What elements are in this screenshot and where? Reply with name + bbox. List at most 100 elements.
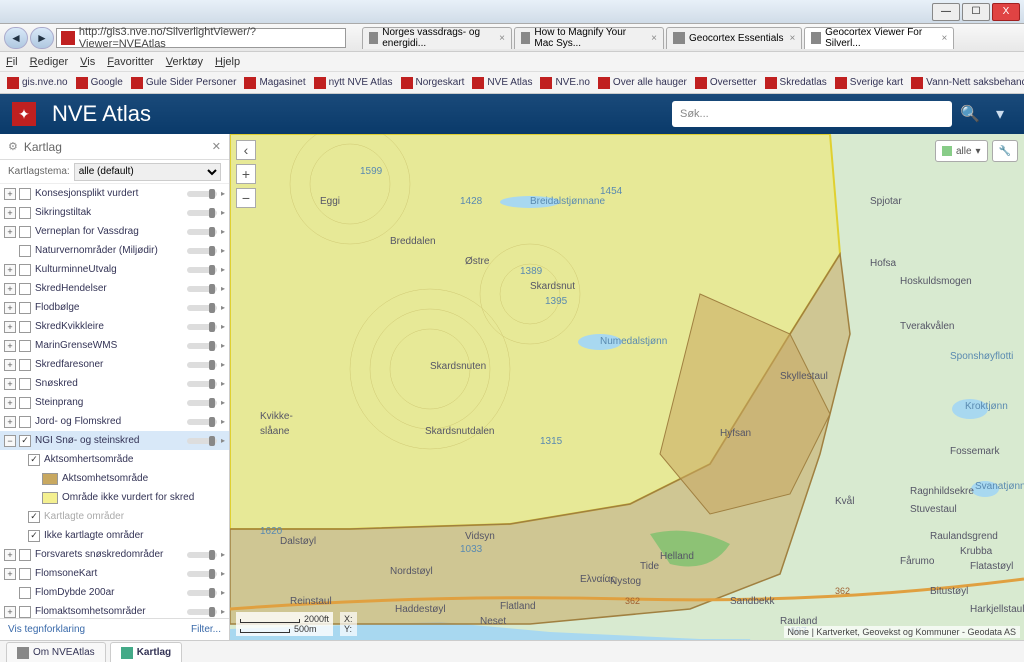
opacity-slider[interactable] xyxy=(187,305,217,311)
layer-row[interactable]: +Jord- og Flomskred▸ xyxy=(0,412,229,431)
layer-menu-icon[interactable]: ▸ xyxy=(221,322,225,331)
layer-menu-icon[interactable]: ▸ xyxy=(221,588,225,597)
bookmark-item[interactable]: NVE Atlas xyxy=(469,77,535,89)
menu-item[interactable]: Fil xyxy=(6,56,18,68)
theme-select[interactable]: alle (default) xyxy=(74,163,221,181)
expand-icon[interactable]: + xyxy=(4,568,16,580)
opacity-slider[interactable] xyxy=(187,552,217,558)
layer-checkbox[interactable] xyxy=(19,568,31,580)
layer-checkbox[interactable] xyxy=(19,416,31,428)
layer-row[interactable]: ✓Ikke kartlagte områder xyxy=(0,526,229,545)
layer-menu-icon[interactable]: ▸ xyxy=(221,417,225,426)
bookmark-item[interactable]: Vann-Nett saksbehandler xyxy=(908,77,1024,89)
bookmark-item[interactable]: gis.nve.no xyxy=(4,77,71,89)
layer-checkbox[interactable] xyxy=(19,359,31,371)
layer-row[interactable]: +Konsesjonsplikt vurdert▸ xyxy=(0,184,229,203)
layer-row[interactable]: +Sikringstiltak▸ xyxy=(0,203,229,222)
layer-checkbox[interactable] xyxy=(19,302,31,314)
layer-checkbox[interactable] xyxy=(19,378,31,390)
bookmark-item[interactable]: Google xyxy=(73,77,126,89)
layer-checkbox[interactable]: ✓ xyxy=(19,435,31,447)
bookmark-item[interactable]: Oversetter xyxy=(692,77,760,89)
layer-checkbox[interactable] xyxy=(19,188,31,200)
layer-menu-icon[interactable]: ▸ xyxy=(221,607,225,616)
layer-checkbox[interactable] xyxy=(19,207,31,219)
layer-row[interactable]: +Verneplan for Vassdrag▸ xyxy=(0,222,229,241)
layer-menu-icon[interactable]: ▸ xyxy=(221,360,225,369)
layer-menu-icon[interactable]: ▸ xyxy=(221,189,225,198)
opacity-slider[interactable] xyxy=(187,229,217,235)
expand-icon[interactable]: + xyxy=(4,207,16,219)
layer-row[interactable]: FlomDybde 200ar▸ xyxy=(0,583,229,602)
layer-row[interactable]: +FlomsoneKart▸ xyxy=(0,564,229,583)
layer-checkbox[interactable] xyxy=(19,321,31,333)
layer-row[interactable]: +Snøskred▸ xyxy=(0,374,229,393)
nav-back[interactable]: ◄ xyxy=(4,27,28,49)
layer-row[interactable]: ✓Aktsomhertsområde xyxy=(0,450,229,469)
bottom-tab[interactable]: Om NVEAtlas xyxy=(6,642,106,662)
search-icon[interactable]: 🔍 xyxy=(958,102,982,126)
layer-row[interactable]: Naturvernområder (Miljødir)▸ xyxy=(0,241,229,260)
browser-tab[interactable]: Norges vassdrags- og energidi...× xyxy=(362,27,512,49)
opacity-slider[interactable] xyxy=(187,210,217,216)
sidebar-close-icon[interactable]: ✕ xyxy=(212,140,221,153)
layer-menu-icon[interactable]: ▸ xyxy=(221,379,225,388)
map-area[interactable]: Eggi1599Breddalen1428Breidalstjønnane145… xyxy=(230,134,1024,640)
layer-checkbox[interactable]: ✓ xyxy=(28,530,40,542)
layer-row[interactable]: Område ikke vurdert for skred xyxy=(0,488,229,507)
layer-checkbox[interactable] xyxy=(19,549,31,561)
layer-menu-icon[interactable]: ▸ xyxy=(221,341,225,350)
search-dropdown-icon[interactable]: ▾ xyxy=(988,102,1012,126)
toggle-sidebar-icon[interactable]: ‹ xyxy=(236,140,256,160)
layer-menu-icon[interactable]: ▸ xyxy=(221,569,225,578)
browser-tab[interactable]: Geocortex Essentials× xyxy=(666,27,802,49)
expand-icon[interactable]: + xyxy=(4,359,16,371)
layer-row[interactable]: +Skredfaresoner▸ xyxy=(0,355,229,374)
layer-checkbox[interactable] xyxy=(19,283,31,295)
show-legend-link[interactable]: Vis tegnforklaring xyxy=(8,624,191,635)
window-maximize[interactable]: ☐ xyxy=(962,3,990,21)
layer-menu-icon[interactable]: ▸ xyxy=(221,246,225,255)
expand-icon[interactable]: + xyxy=(4,321,16,333)
map-tools-button[interactable]: 🔧 xyxy=(992,140,1018,162)
layer-menu-icon[interactable]: ▸ xyxy=(221,303,225,312)
opacity-slider[interactable] xyxy=(187,609,217,615)
browser-tab[interactable]: How to Magnify Your Mac Sys...× xyxy=(514,27,664,49)
layer-checkbox[interactable]: ✓ xyxy=(28,454,40,466)
layer-checkbox[interactable] xyxy=(19,340,31,352)
gear-icon[interactable]: ⚙ xyxy=(8,140,18,153)
opacity-slider[interactable] xyxy=(187,286,217,292)
layer-checkbox[interactable] xyxy=(19,226,31,238)
layer-list[interactable]: +Konsesjonsplikt vurdert▸+Sikringstiltak… xyxy=(0,184,229,618)
expand-icon[interactable]: + xyxy=(4,416,16,428)
tab-close-icon[interactable]: × xyxy=(942,33,948,44)
layer-row[interactable]: +Flomaktsomhetsområder▸ xyxy=(0,602,229,618)
opacity-slider[interactable] xyxy=(187,362,217,368)
window-close[interactable]: X xyxy=(992,3,1020,21)
layer-menu-icon[interactable]: ▸ xyxy=(221,550,225,559)
bookmark-item[interactable]: Over alle hauger xyxy=(595,77,690,89)
menu-item[interactable]: Hjelp xyxy=(215,56,240,68)
nav-forward[interactable]: ► xyxy=(30,27,54,49)
layer-menu-icon[interactable]: ▸ xyxy=(221,227,225,236)
expand-icon[interactable]: + xyxy=(4,264,16,276)
menu-item[interactable]: Favoritter xyxy=(107,56,153,68)
menu-item[interactable]: Vis xyxy=(80,56,95,68)
bookmark-item[interactable]: Skredatlas xyxy=(762,77,830,89)
layer-checkbox[interactable]: ✓ xyxy=(28,511,40,523)
layer-row[interactable]: Aktsomhetsområde xyxy=(0,469,229,488)
menu-item[interactable]: Rediger xyxy=(30,56,69,68)
layer-row[interactable]: +Flodbølge▸ xyxy=(0,298,229,317)
opacity-slider[interactable] xyxy=(187,419,217,425)
expand-icon[interactable]: + xyxy=(4,606,16,618)
opacity-slider[interactable] xyxy=(187,267,217,273)
bookmark-item[interactable]: Sverige kart xyxy=(832,77,906,89)
expand-icon[interactable]: + xyxy=(4,340,16,352)
layer-row[interactable]: +SkredHendelser▸ xyxy=(0,279,229,298)
opacity-slider[interactable] xyxy=(187,571,217,577)
expand-icon[interactable]: − xyxy=(4,435,16,447)
window-minimize[interactable]: — xyxy=(932,3,960,21)
layer-menu-icon[interactable]: ▸ xyxy=(221,265,225,274)
layer-row[interactable]: +Forsvarets snøskredområder▸ xyxy=(0,545,229,564)
layer-checkbox[interactable] xyxy=(19,397,31,409)
